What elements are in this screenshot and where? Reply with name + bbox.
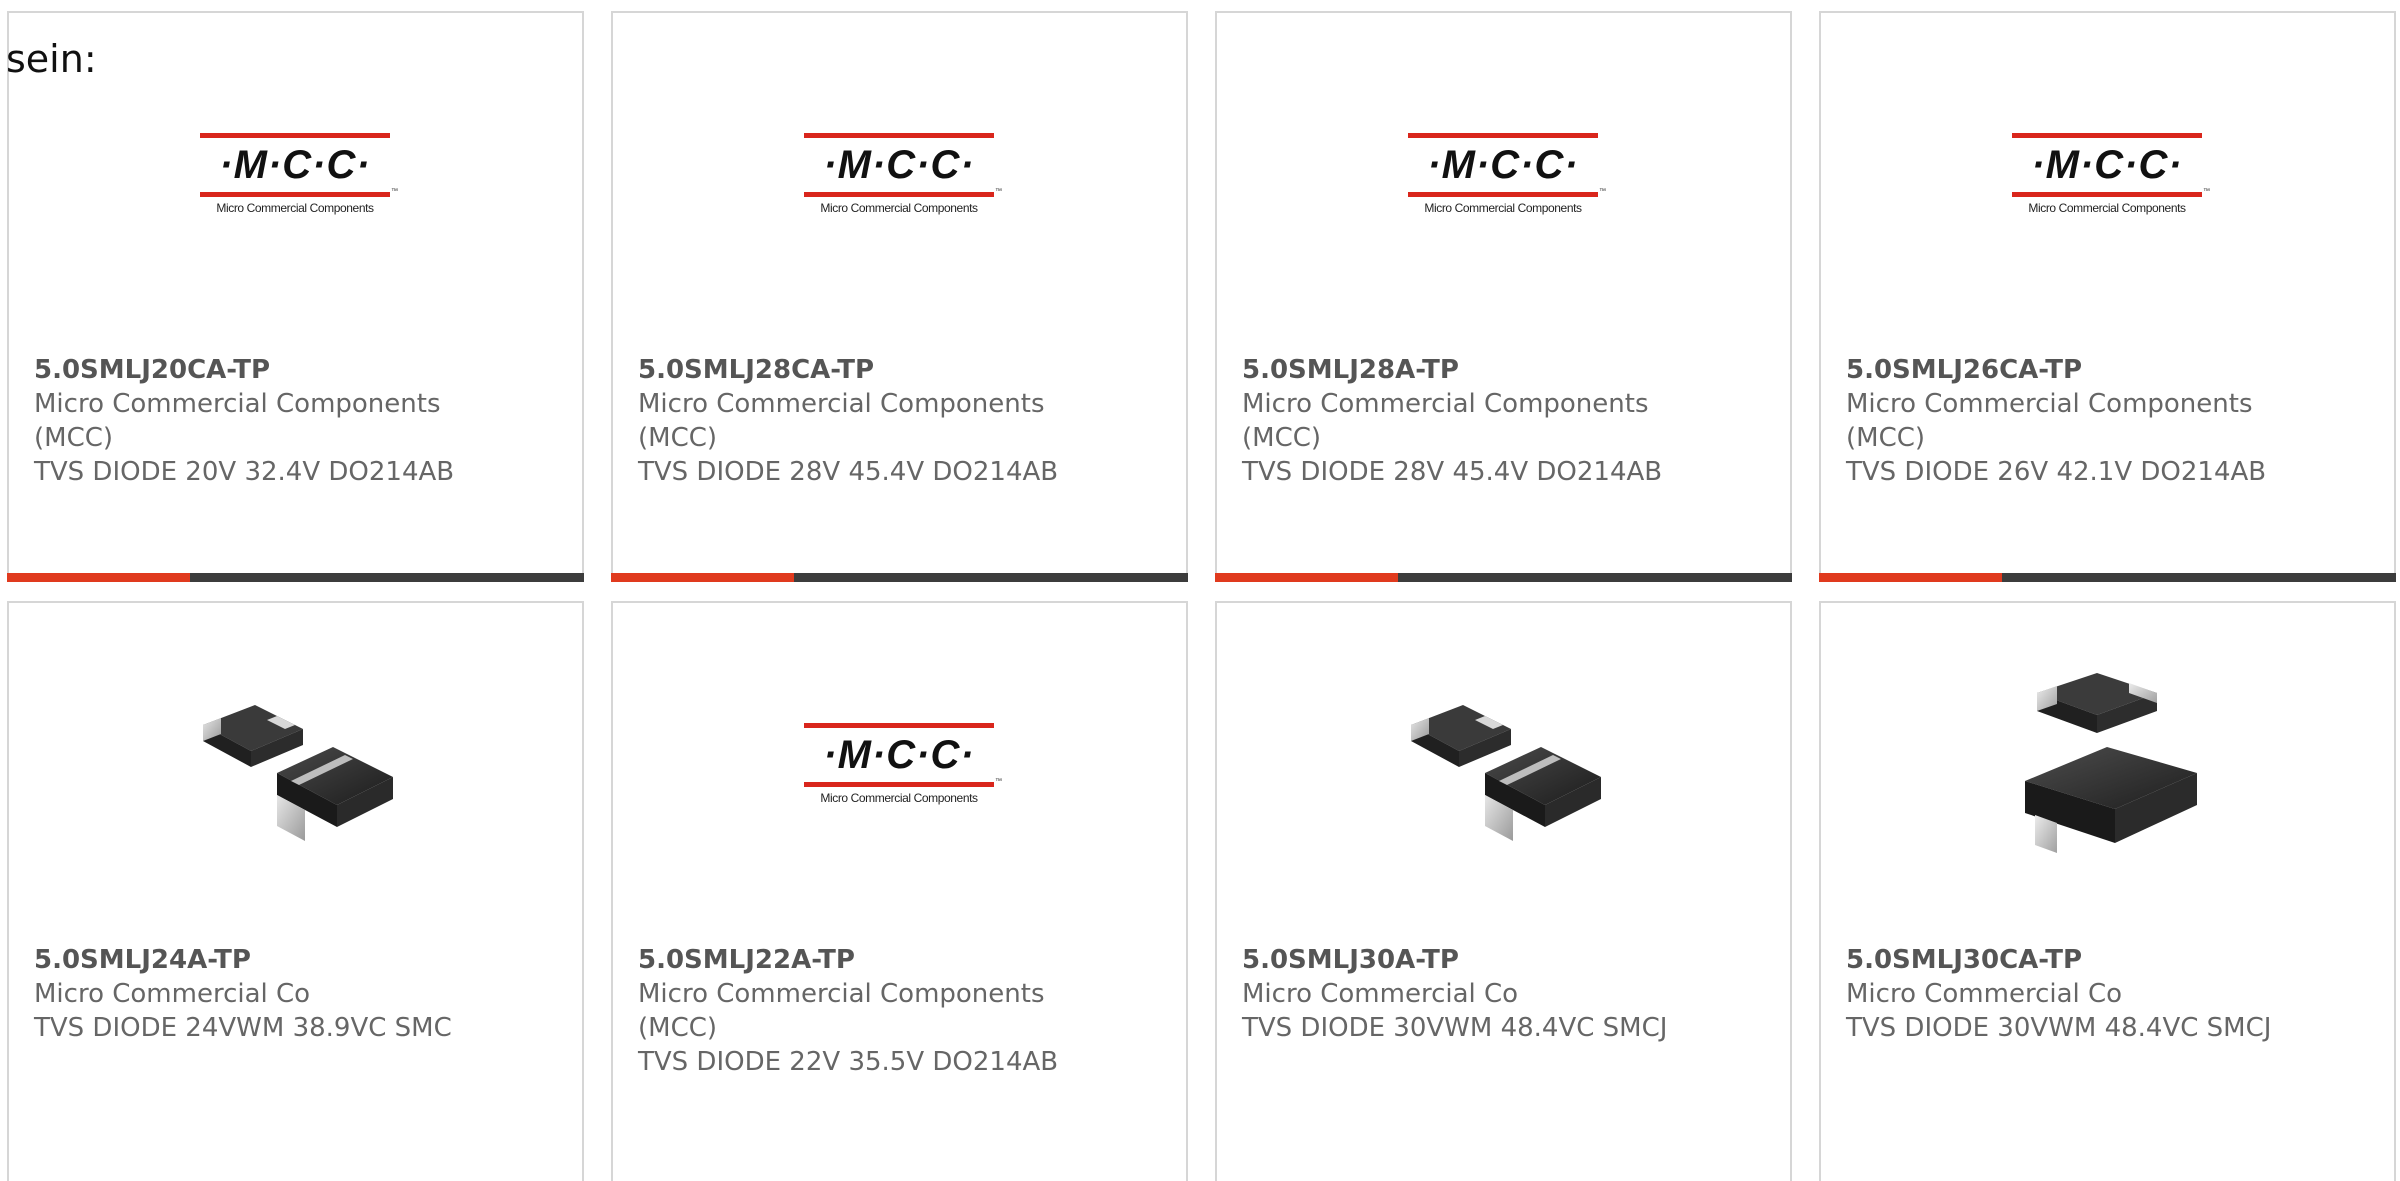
product-info: 5.0SMLJ28CA-TP Micro Commercial Componen… (638, 353, 1166, 489)
product-thumbnail[interactable]: ·M·C·C· ™ Micro Commercial Components (195, 73, 400, 278)
product-thumbnail[interactable]: ·M·C·C· ™ Micro Commercial Components (2007, 73, 2212, 278)
logo-trademark: ™ (995, 777, 1002, 785)
manufacturer-name: Micro Commercial Components (34, 389, 441, 419)
product-info: 5.0SMLJ28A-TP Micro Commercial Component… (1242, 353, 1770, 489)
manufacturer-name: Micro Commercial Components (1242, 389, 1649, 419)
logo-subtitle: Micro Commercial Components (1424, 200, 1582, 215)
logo-subtitle: Micro Commercial Components (2028, 200, 2186, 215)
part-number-link[interactable]: 5.0SMLJ28CA-TP (638, 353, 1166, 387)
manufacturer-name: Micro Commercial Components (638, 389, 1045, 419)
product-thumbnail[interactable] (1403, 663, 1608, 868)
product-card[interactable]: ·M·C·C· ™ Micro Commercial Components 5.… (611, 11, 1188, 582)
product-description: TVS DIODE 22V 35.5V DO214AB (638, 1047, 1059, 1077)
logo-rule-bottom (200, 191, 390, 197)
manufacturer-abbrev: (MCC) (638, 423, 718, 453)
logo-letters: ·M·C·C· (1427, 142, 1579, 187)
part-number-link[interactable]: 5.0SMLJ30CA-TP (1846, 943, 2374, 977)
product-info: 5.0SMLJ26CA-TP Micro Commercial Componen… (1846, 353, 2374, 489)
mcc-logo: ·M·C·C· ™ Micro Commercial Components (804, 126, 1002, 226)
manufacturer-name: Micro Commercial Co (34, 979, 311, 1009)
part-number-link[interactable]: 5.0SMLJ26CA-TP (1846, 353, 2374, 387)
product-card[interactable]: 5.0SMLJ30CA-TP Micro Commercial Co TVS D… (1819, 601, 2396, 1181)
smc-package-stack-icon (2025, 673, 2197, 853)
manufacturer-abbrev: (MCC) (638, 1013, 718, 1043)
part-number-link[interactable]: 5.0SMLJ20CA-TP (34, 353, 562, 387)
logo-trademark: ™ (995, 187, 1002, 195)
product-info: 5.0SMLJ24A-TP Micro Commercial Co TVS DI… (34, 943, 562, 1045)
product-card[interactable]: ·M·C·C· ™ Micro Commercial Components 5.… (7, 11, 584, 582)
product-card[interactable]: 5.0SMLJ24A-TP Micro Commercial Co TVS DI… (7, 601, 584, 1181)
manufacturer-abbrev: (MCC) (1846, 423, 1926, 453)
product-thumbnail[interactable] (195, 663, 400, 868)
logo-letters: ·M·C·C· (2031, 142, 2183, 187)
product-description: TVS DIODE 30VWM 48.4VC SMCJ (1846, 1013, 2272, 1043)
part-number-link[interactable]: 5.0SMLJ22A-TP (638, 943, 1166, 977)
logo-rule-bottom (804, 191, 994, 197)
product-card[interactable]: ·M·C·C· ™ Micro Commercial Components 5.… (1819, 11, 2396, 582)
manufacturer-name: Micro Commercial Co (1242, 979, 1519, 1009)
logo-rule-top (200, 132, 390, 138)
logo-subtitle: Micro Commercial Components (216, 200, 374, 215)
product-info: 5.0SMLJ30CA-TP Micro Commercial Co TVS D… (1846, 943, 2374, 1045)
manufacturer-abbrev: (MCC) (34, 423, 114, 453)
logo-trademark: ™ (1599, 187, 1606, 195)
logo-subtitle: Micro Commercial Components (820, 790, 978, 805)
logo-trademark: ™ (2203, 187, 2210, 195)
manufacturer-name: Micro Commercial Components (638, 979, 1045, 1009)
product-card[interactable]: ·M·C·C· ™ Micro Commercial Components 5.… (1215, 11, 1792, 582)
product-info: 5.0SMLJ30A-TP Micro Commercial Co TVS DI… (1242, 943, 1770, 1045)
logo-rule-bottom (804, 781, 994, 787)
product-description: TVS DIODE 30VWM 48.4VC SMCJ (1242, 1013, 1668, 1043)
part-number-link[interactable]: 5.0SMLJ30A-TP (1242, 943, 1770, 977)
manufacturer-name: Micro Commercial Co (1846, 979, 2123, 1009)
product-grid: ·M·C·C· ™ Micro Commercial Components 5.… (0, 0, 2400, 1181)
logo-rule-bottom (2012, 191, 2202, 197)
smc-package-pair-icon (203, 705, 393, 841)
card-progress-accent (1819, 573, 2002, 582)
smc-package-pair-icon (1411, 705, 1601, 841)
product-thumbnail[interactable]: ·M·C·C· ™ Micro Commercial Components (1403, 73, 1608, 278)
manufacturer-abbrev: (MCC) (1242, 423, 1322, 453)
product-thumbnail[interactable]: ·M·C·C· ™ Micro Commercial Components (799, 73, 1004, 278)
part-number-link[interactable]: 5.0SMLJ24A-TP (34, 943, 562, 977)
mcc-logo: ·M·C·C· ™ Micro Commercial Components (1408, 126, 1606, 226)
logo-subtitle: Micro Commercial Components (820, 200, 978, 215)
logo-rule-top (804, 722, 994, 728)
logo-letters: ·M·C·C· (823, 732, 975, 777)
logo-rule-top (804, 132, 994, 138)
product-description: TVS DIODE 28V 45.4V DO214AB (638, 457, 1059, 487)
card-progress-accent (611, 573, 794, 582)
card-progress-accent (7, 573, 190, 582)
product-info: 5.0SMLJ22A-TP Micro Commercial Component… (638, 943, 1166, 1079)
card-progress-bar (1819, 573, 2396, 582)
product-thumbnail[interactable]: ·M·C·C· ™ Micro Commercial Components (799, 663, 1004, 868)
mcc-logo: ·M·C·C· ™ Micro Commercial Components (2012, 126, 2210, 226)
product-description: TVS DIODE 24VWM 38.9VC SMC (34, 1013, 452, 1043)
manufacturer-name: Micro Commercial Components (1846, 389, 2253, 419)
product-info: 5.0SMLJ20CA-TP Micro Commercial Componen… (34, 353, 562, 489)
logo-rule-bottom (1408, 191, 1598, 197)
logo-letters: ·M·C·C· (823, 142, 975, 187)
intro-text: sein: (6, 37, 97, 81)
card-progress-accent (1215, 573, 1398, 582)
part-number-link[interactable]: 5.0SMLJ28A-TP (1242, 353, 1770, 387)
card-progress-bar (7, 573, 584, 582)
product-card[interactable]: 5.0SMLJ30A-TP Micro Commercial Co TVS DI… (1215, 601, 1792, 1181)
logo-letters: ·M·C·C· (219, 142, 371, 187)
product-description: TVS DIODE 20V 32.4V DO214AB (34, 457, 455, 487)
logo-trademark: ™ (391, 187, 398, 195)
product-description: TVS DIODE 28V 45.4V DO214AB (1242, 457, 1663, 487)
product-thumbnail[interactable] (2007, 663, 2212, 868)
mcc-logo: ·M·C·C· ™ Micro Commercial Components (200, 126, 398, 226)
logo-rule-top (1408, 132, 1598, 138)
product-description: TVS DIODE 26V 42.1V DO214AB (1846, 457, 2267, 487)
mcc-logo: ·M·C·C· ™ Micro Commercial Components (804, 716, 1002, 816)
card-progress-bar (611, 573, 1188, 582)
product-card[interactable]: ·M·C·C· ™ Micro Commercial Components 5.… (611, 601, 1188, 1181)
card-progress-bar (1215, 573, 1792, 582)
logo-rule-top (2012, 132, 2202, 138)
